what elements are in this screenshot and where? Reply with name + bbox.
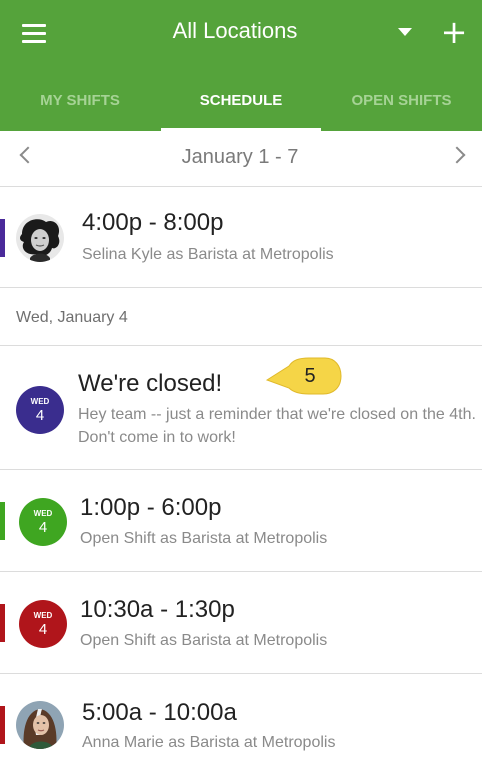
- day-badge-date: 4: [35, 407, 45, 424]
- user-avatar: [16, 701, 64, 749]
- chevron-left-icon[interactable]: [19, 146, 37, 164]
- day-header: Wed, January 4: [0, 288, 482, 346]
- day-header-label: Wed, January 4: [16, 309, 128, 326]
- shift-detail: Open Shift as Barista at Metropolis: [80, 530, 328, 547]
- annotation-body: Hey team -- just a reminder that we're c…: [78, 406, 476, 446]
- shift-row[interactable]: WED 4 1:00p - 6:00p Open Shift as Barist…: [0, 470, 482, 572]
- chevron-right-icon[interactable]: [448, 146, 466, 164]
- date-navigation: January 1 - 7: [0, 131, 482, 187]
- shift-time: 1:00p - 6:00p: [80, 494, 222, 521]
- shift-detail: Anna Marie as Barista at Metropolis: [82, 734, 336, 751]
- shift-time: 5:00a - 10:00a: [82, 699, 237, 726]
- day-badge: WED 4: [16, 386, 64, 434]
- callout-marker: 5: [265, 354, 345, 404]
- shift-row[interactable]: WED 4 10:30a - 1:30p Open Shift as Baris…: [0, 572, 482, 674]
- hamburger-menu-icon[interactable]: [22, 24, 46, 44]
- day-badge-weekday: WED: [30, 397, 50, 406]
- day-badge-date: 4: [38, 621, 48, 638]
- plus-icon[interactable]: +: [440, 16, 468, 48]
- shift-color-stripe: [0, 502, 5, 540]
- tab-my-shifts[interactable]: MY SHIFTS: [0, 88, 160, 131]
- day-badge-weekday: WED: [33, 611, 53, 620]
- tab-schedule[interactable]: SCHEDULE: [161, 88, 321, 131]
- caret-down-icon[interactable]: [398, 28, 412, 36]
- shift-time: 4:00p - 8:00p: [82, 209, 224, 236]
- day-badge-date: 4: [38, 519, 48, 536]
- app-header: All Locations + MY SHIFTS SCHEDULE OPEN …: [0, 0, 482, 131]
- day-badge: WED 4: [19, 498, 67, 546]
- shift-detail: Open Shift as Barista at Metropolis: [80, 632, 328, 649]
- callout-number: 5: [304, 365, 316, 387]
- annotation-title: We're closed!: [78, 370, 223, 397]
- date-range: January 1 - 7: [181, 146, 299, 168]
- user-avatar: [16, 214, 64, 262]
- day-badge: WED 4: [19, 600, 67, 648]
- shift-row[interactable]: 4:00p - 8:00p Selina Kyle as Barista at …: [0, 187, 482, 288]
- shift-row[interactable]: 5:00a - 10:00a Anna Marie as Barista at …: [0, 674, 482, 771]
- location-title[interactable]: All Locations: [130, 18, 340, 44]
- day-badge-weekday: WED: [33, 509, 53, 518]
- shift-time: 10:30a - 1:30p: [80, 596, 235, 623]
- shift-color-stripe: [0, 219, 5, 257]
- annotation-row[interactable]: WED 4 We're closed! Hey team -- just a r…: [0, 346, 482, 470]
- tab-open-shifts[interactable]: OPEN SHIFTS: [321, 88, 482, 131]
- shift-detail: Selina Kyle as Barista at Metropolis: [82, 246, 334, 263]
- shift-color-stripe: [0, 604, 5, 642]
- shift-color-stripe: [0, 706, 5, 744]
